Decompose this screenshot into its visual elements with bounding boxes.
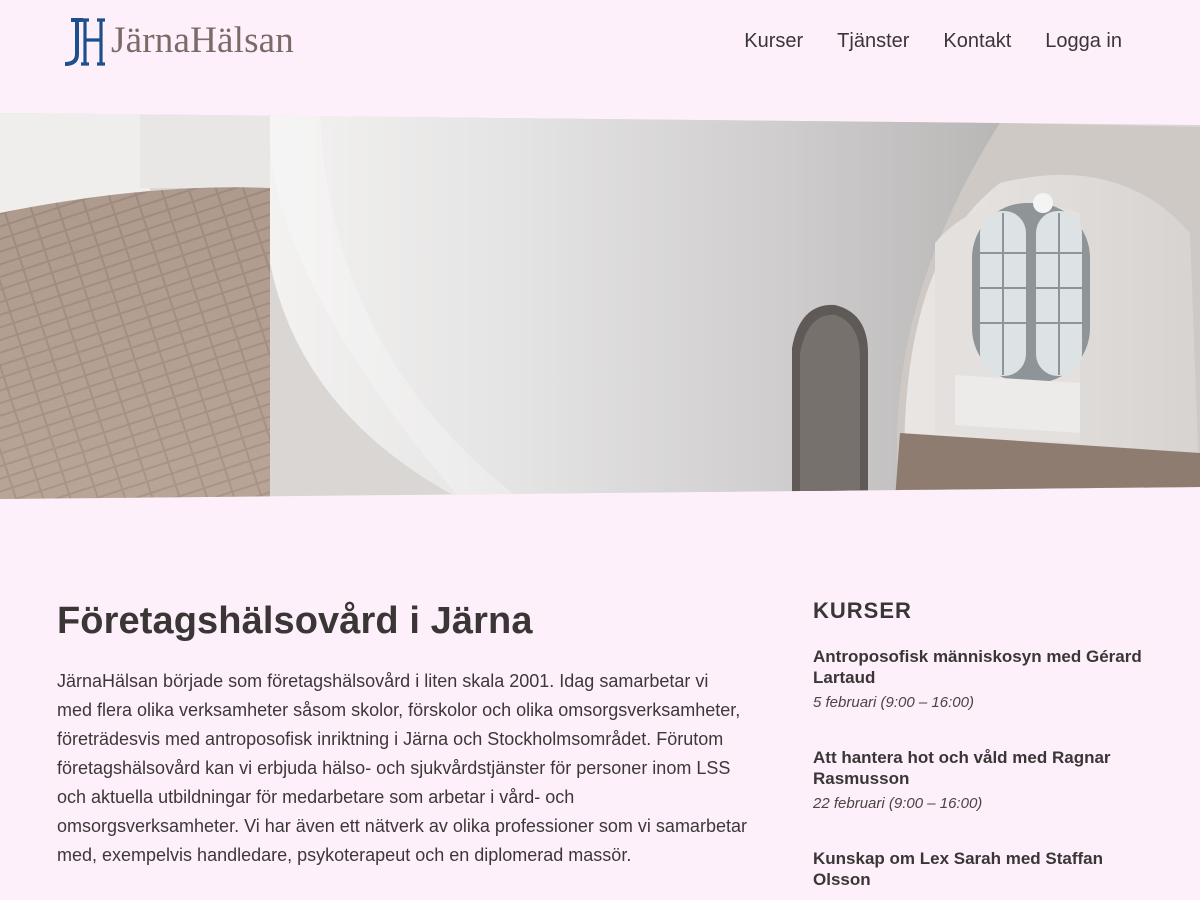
page-title: Företagshälsovård i Järna — [57, 600, 533, 642]
course-title[interactable]: Kunskap om Lex Sarah med Staffan Olsson — [813, 848, 1143, 890]
nav-kontakt[interactable]: Kontakt — [943, 30, 1011, 53]
nav-logga-in[interactable]: Logga in — [1045, 30, 1122, 53]
course-item[interactable]: Kunskap om Lex Sarah med Staffan Olsson — [813, 848, 1143, 890]
main-nav: Kurser Tjänster Kontakt Logga in — [744, 30, 1122, 53]
course-item[interactable]: Antroposofisk människosyn med Gérard Lar… — [813, 646, 1143, 711]
hero-image — [0, 113, 1200, 499]
nav-kurser[interactable]: Kurser — [744, 30, 803, 53]
intro-paragraph: JärnaHälsan började som företagshälsovår… — [57, 671, 747, 865]
site-logo[interactable]: JärnaHälsan — [57, 16, 294, 68]
sidebar-heading: KURSER — [813, 598, 912, 623]
course-title[interactable]: Antroposofisk människosyn med Gérard Lar… — [813, 646, 1143, 688]
site-header: JärnaHälsan Kurser Tjänster Kontakt Logg… — [0, 0, 1200, 100]
courses-sidebar: KURSER Antroposofisk människosyn med Gér… — [813, 598, 1143, 890]
main-content: Företagshälsovård i Järna JärnaHälsan bö… — [57, 600, 747, 870]
course-item[interactable]: Att hantera hot och våld med Ragnar Rasm… — [813, 747, 1143, 812]
nav-tjanster[interactable]: Tjänster — [837, 30, 909, 53]
course-title[interactable]: Att hantera hot och våld med Ragnar Rasm… — [813, 747, 1143, 789]
course-date: 22 februari (9:00 – 16:00) — [813, 795, 983, 812]
logo-wordmark: JärnaHälsan — [111, 19, 295, 61]
course-date: 5 februari (9:00 – 16:00) — [813, 694, 974, 711]
jh-monogram-icon — [64, 18, 105, 66]
